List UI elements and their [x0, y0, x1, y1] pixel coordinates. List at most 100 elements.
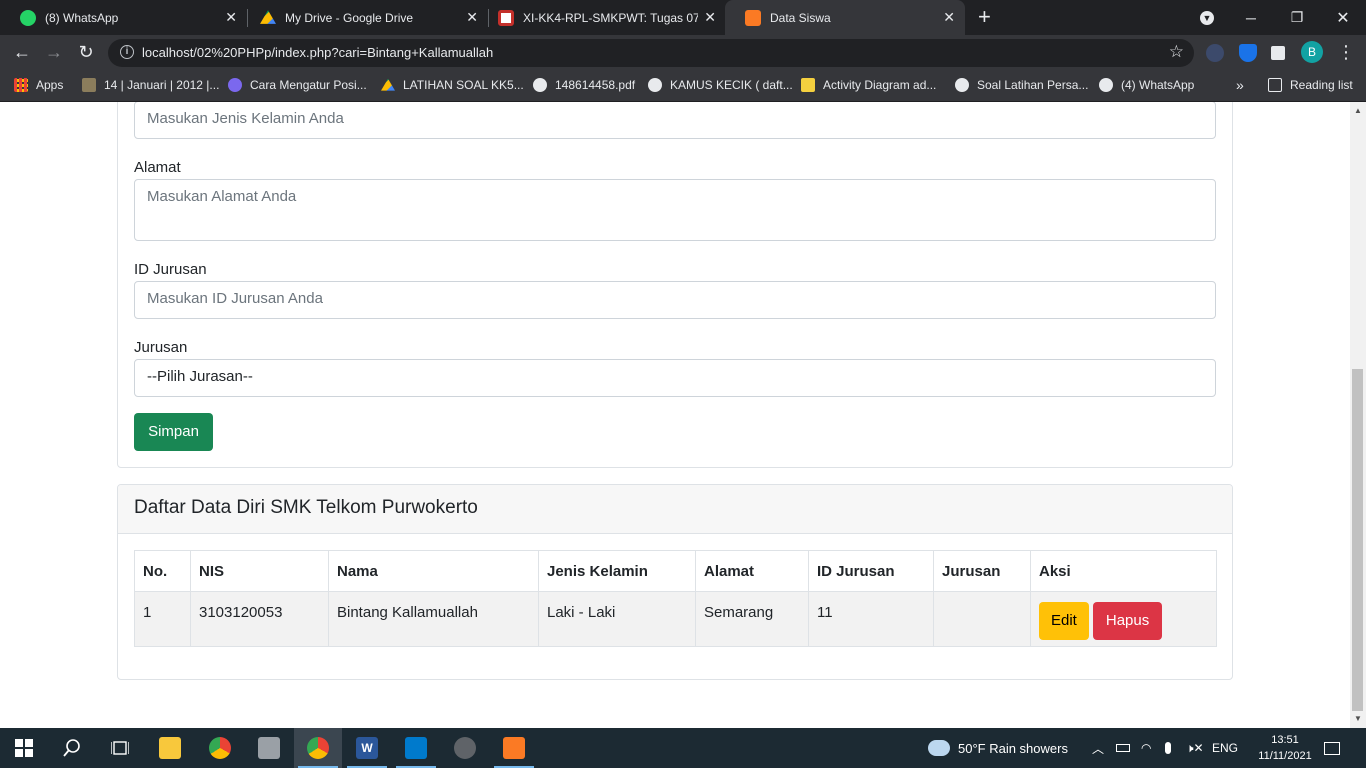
- bookmark-item[interactable]: 148614458.pdf: [533, 70, 635, 100]
- whatsapp-icon: [20, 9, 36, 26]
- bookmark-item[interactable]: Activity Diagram ad...: [801, 70, 936, 100]
- jenis-kelamin-input[interactable]: Masukan Jenis Kelamin Anda: [134, 102, 1216, 139]
- close-window-icon[interactable]: ✕: [1320, 0, 1366, 35]
- data-list-title: Daftar Data Diri SMK Telkom Purwokerto: [118, 485, 1232, 534]
- start-windows-icon[interactable]: [0, 728, 48, 768]
- bookmark-item[interactable]: 14 | Januari | 2012 |...: [82, 70, 219, 100]
- volume-muted-icon[interactable]: 🕨✕: [1186, 728, 1204, 768]
- globe-icon: [1099, 78, 1113, 92]
- forward-icon[interactable]: →: [43, 42, 65, 63]
- close-tab-icon[interactable]: ✕: [466, 9, 478, 26]
- bookmark-label: 14 | Januari | 2012 |...: [104, 78, 220, 92]
- tab-search-icon[interactable]: ▼: [1184, 0, 1230, 35]
- search-icon[interactable]: [48, 728, 96, 768]
- cell-nis: 3103120053: [190, 591, 329, 647]
- extensions-puzzle-icon[interactable]: [1271, 46, 1285, 60]
- jurusan-label: Jurusan: [134, 339, 188, 356]
- vscode-icon[interactable]: [392, 728, 440, 768]
- bookmark-label: Activity Diagram ad...: [823, 78, 937, 92]
- bookmark-label: (4) WhatsApp: [1121, 78, 1195, 92]
- column-header: Nama: [328, 550, 539, 592]
- alamat-textarea[interactable]: Masukan Alamat Anda: [134, 179, 1216, 241]
- jurusan-select[interactable]: --Pilih Jurasan--: [134, 359, 1216, 397]
- id-jurusan-label: ID Jurusan: [134, 261, 207, 278]
- system-clock[interactable]: 13:51 11/11/2021: [1255, 732, 1315, 764]
- chrome-profile-icon[interactable]: [294, 728, 342, 768]
- globe-icon: [533, 78, 547, 92]
- tab-title: Data Siswa: [770, 10, 831, 25]
- weather-text: 50°F Rain showers: [958, 740, 1068, 756]
- reload-icon[interactable]: ↻: [75, 42, 97, 63]
- bookmark-apps[interactable]: Apps: [14, 70, 63, 100]
- bookmark-item[interactable]: LATIHAN SOAL KK5...: [381, 70, 524, 100]
- bookmark-label: Apps: [36, 78, 64, 92]
- simpan-button[interactable]: Simpan: [134, 413, 213, 451]
- cell-aksi: Edit Hapus: [1030, 591, 1217, 647]
- scroll-down-icon[interactable]: ▼: [1354, 714, 1362, 723]
- bookmark-site-icon: [228, 78, 242, 92]
- wifi-icon[interactable]: ◠: [1141, 728, 1151, 768]
- close-tab-icon[interactable]: ✕: [704, 9, 716, 26]
- edit-button[interactable]: Edit: [1039, 602, 1089, 640]
- extension-shield-icon[interactable]: [1239, 44, 1257, 62]
- scroll-up-icon[interactable]: ▲: [1354, 106, 1362, 115]
- file-explorer-icon[interactable]: [146, 728, 194, 768]
- reading-list-button[interactable]: Reading list: [1268, 70, 1353, 100]
- bookmark-item[interactable]: Cara Mengatur Posi...: [228, 70, 367, 100]
- site-info-icon[interactable]: i: [120, 45, 134, 59]
- back-icon[interactable]: ←: [11, 42, 33, 63]
- profile-avatar[interactable]: B: [1301, 41, 1323, 63]
- microphone-icon[interactable]: [1165, 728, 1171, 768]
- tab-google-drive[interactable]: My Drive - Google Drive ✕: [240, 0, 488, 35]
- column-header: Aksi: [1030, 550, 1217, 592]
- cell-jurusan: [933, 591, 1031, 647]
- menu-kebab-icon[interactable]: ⋮: [1335, 42, 1357, 63]
- minimize-icon[interactable]: ─: [1228, 0, 1274, 35]
- battery-icon[interactable]: [1116, 728, 1130, 768]
- bookmark-item[interactable]: Soal Latihan Persa...: [955, 70, 1088, 100]
- chrome-icon[interactable]: [196, 728, 244, 768]
- language-indicator[interactable]: ENG: [1212, 728, 1238, 768]
- more-bookmarks-icon[interactable]: »: [1236, 70, 1244, 100]
- tab-title: My Drive - Google Drive: [285, 10, 414, 25]
- close-tab-icon[interactable]: ✕: [225, 9, 237, 26]
- scrollbar-thumb[interactable]: [1352, 369, 1363, 711]
- xampp-icon[interactable]: [490, 728, 538, 768]
- bookmark-star-icon[interactable]: ☆: [1169, 42, 1184, 62]
- bookmark-item[interactable]: KAMUS KECIK ( daft...: [648, 70, 793, 100]
- browser-tab-bar: (8) WhatsApp ✕ My Drive - Google Drive ✕…: [0, 0, 1366, 35]
- column-header: Jurusan: [933, 550, 1031, 592]
- close-tab-icon[interactable]: ✕: [943, 9, 955, 26]
- cell-no: 1: [134, 591, 191, 647]
- new-tab-plus-icon[interactable]: +: [978, 4, 991, 30]
- bookmark-label: Cara Mengatur Posi...: [250, 78, 367, 92]
- bookmark-label: Soal Latihan Persa...: [977, 78, 1089, 92]
- page-scrollbar[interactable]: ▲ ▼: [1350, 102, 1366, 728]
- tab-whatsapp[interactable]: (8) WhatsApp ✕: [0, 0, 247, 35]
- address-bar[interactable]: i localhost/02%20PHPp/index.php?cari=Bin…: [108, 39, 1194, 67]
- bookmark-image-icon: [82, 78, 96, 92]
- notification-icon[interactable]: [1324, 728, 1340, 768]
- clock-date: 11/11/2021: [1258, 750, 1312, 762]
- camera-app-icon[interactable]: [441, 728, 489, 768]
- bookmark-label: KAMUS KECIK ( daft...: [670, 78, 793, 92]
- column-header: ID Jurusan: [808, 550, 934, 592]
- restore-icon[interactable]: ❐: [1274, 0, 1320, 35]
- id-jurusan-input[interactable]: Masukan ID Jurusan Anda: [134, 281, 1216, 319]
- tab-title: (8) WhatsApp: [45, 10, 119, 25]
- bookmark-item[interactable]: (4) WhatsApp: [1099, 70, 1194, 100]
- column-header: Jenis Kelamin: [538, 550, 696, 592]
- hapus-button[interactable]: Hapus: [1092, 602, 1163, 640]
- tab-title: XI-KK4-RPL-SMKPWT: Tugas 07 :: [523, 10, 698, 25]
- disk-utility-icon[interactable]: [245, 728, 293, 768]
- word-icon[interactable]: W: [343, 728, 391, 768]
- tab-data-siswa[interactable]: Data Siswa ✕: [725, 0, 965, 35]
- extension-cursor-icon[interactable]: [1206, 44, 1224, 62]
- xampp-icon: [745, 9, 761, 26]
- task-view-icon[interactable]: [96, 728, 144, 768]
- cell-nama: Bintang Kallamuallah: [328, 591, 539, 647]
- show-hidden-icons-icon[interactable]: ︿: [1092, 728, 1104, 768]
- weather-widget[interactable]: 50°F Rain showers: [928, 728, 1068, 768]
- tab-moodle[interactable]: XI-KK4-RPL-SMKPWT: Tugas 07 : ✕: [478, 0, 726, 35]
- bookmark-label: LATIHAN SOAL KK5...: [403, 78, 524, 92]
